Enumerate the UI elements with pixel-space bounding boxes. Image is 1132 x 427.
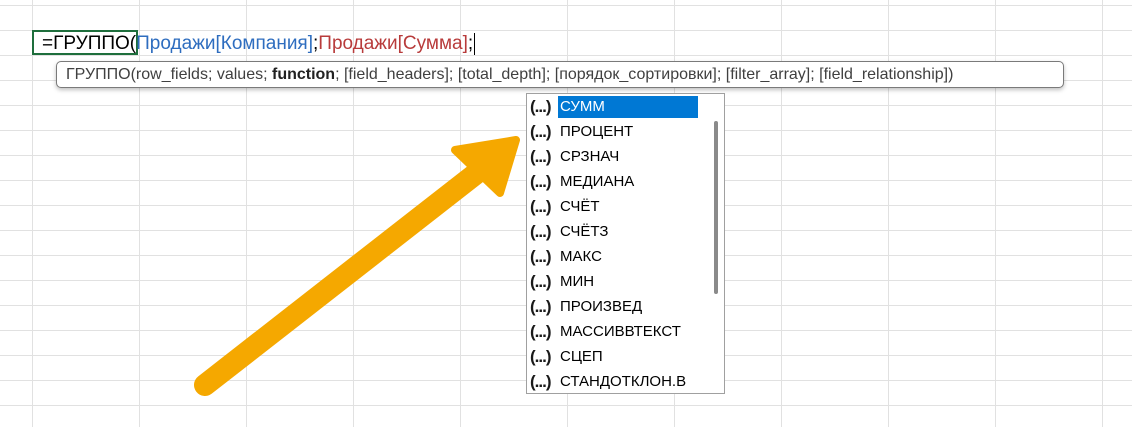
autocomplete-item-label: ПРОЦЕНТ — [560, 122, 634, 140]
autocomplete-item[interactable]: (...) МИН — [527, 269, 707, 294]
autocomplete-item-label: СЧЁТЗ — [560, 222, 609, 240]
autocomplete-item-label: СУММ — [558, 95, 698, 118]
autocomplete-item[interactable]: (...) МЕДИАНА — [527, 169, 707, 194]
function-signature-tooltip: ГРУППО(row_fields; values; function; [fi… — [56, 61, 1064, 88]
autocomplete-item[interactable]: (...) СЧЁТ — [527, 194, 707, 219]
scrollbar[interactable] — [707, 94, 724, 393]
formula-arg-company: Продажи[Компания] — [136, 33, 313, 54]
autocomplete-item-label: СТАНДОТКЛОН.В — [560, 372, 687, 390]
autocomplete-item-label: МЕДИАНА — [560, 172, 635, 190]
autocomplete-item[interactable]: (...) ПРОЦЕНТ — [527, 119, 707, 144]
function-icon: (...) — [530, 146, 552, 166]
tooltip-function-name[interactable]: ГРУППО( — [66, 66, 136, 83]
autocomplete-item[interactable]: (...) СТАНДОТКЛОН.В — [527, 369, 707, 393]
formula-function: =ГРУППО( — [42, 33, 137, 54]
function-icon: (...) — [530, 196, 552, 216]
autocomplete-item[interactable]: (...) МАССИВВТЕКСТ — [527, 319, 707, 344]
autocomplete-item[interactable]: (...) СРЗНАЧ — [527, 144, 707, 169]
autocomplete-item-label: СЦЕП — [560, 347, 603, 365]
tooltip-current-arg: function — [271, 66, 336, 83]
autocomplete-item-label: СРЗНАЧ — [560, 147, 620, 165]
function-icon: (...) — [530, 321, 552, 341]
function-icon: (...) — [530, 346, 552, 366]
function-icon: (...) — [530, 221, 552, 241]
formula-separator: ; — [467, 33, 474, 54]
autocomplete-item-label: МАССИВВТЕКСТ — [560, 322, 681, 340]
function-icon: (...) — [530, 121, 552, 141]
autocomplete-list: (...) СУММ (...) ПРОЦЕНТ (...) СРЗНАЧ (...) МЕД… — [527, 94, 707, 393]
tooltip-args-before: row_fields; values; — [135, 66, 272, 83]
function-icon: (...) — [530, 96, 552, 116]
formula-arg-sum: Продажи[Сумма] — [318, 33, 468, 54]
autocomplete-item-label: МИН — [560, 272, 595, 290]
function-icon: (...) — [530, 271, 552, 291]
autocomplete-item-label: ПРОИЗВЕД — [560, 297, 643, 315]
autocomplete-item[interactable]: (...) СУММ — [527, 94, 707, 119]
text-caret — [474, 32, 476, 55]
function-icon: (...) — [530, 296, 552, 316]
autocomplete-item[interactable]: (...) СЦЕП — [527, 344, 707, 369]
autocomplete-item[interactable]: (...) СЧЁТЗ — [527, 219, 707, 244]
autocomplete-item[interactable]: (...) ПРОИЗВЕД — [527, 294, 707, 319]
autocomplete-item[interactable]: (...) МАКС — [527, 244, 707, 269]
tooltip-args-after: ; [field_headers]; [total_depth]; [поряд… — [335, 66, 954, 83]
function-icon: (...) — [530, 171, 552, 191]
function-icon: (...) — [530, 246, 552, 266]
autocomplete-item-label: СЧЁТ — [560, 197, 600, 215]
autocomplete-item-label: МАКС — [560, 247, 602, 265]
scrollbar-thumb[interactable] — [714, 121, 718, 294]
autocomplete-dropdown[interactable]: (...) СУММ (...) ПРОЦЕНТ (...) СРЗНАЧ (...) МЕД… — [526, 93, 725, 394]
cell-formula-editor[interactable]: =ГРУППО(Продажи[Компания];Продажи[Сумма]… — [42, 30, 476, 58]
function-icon: (...) — [530, 371, 552, 391]
